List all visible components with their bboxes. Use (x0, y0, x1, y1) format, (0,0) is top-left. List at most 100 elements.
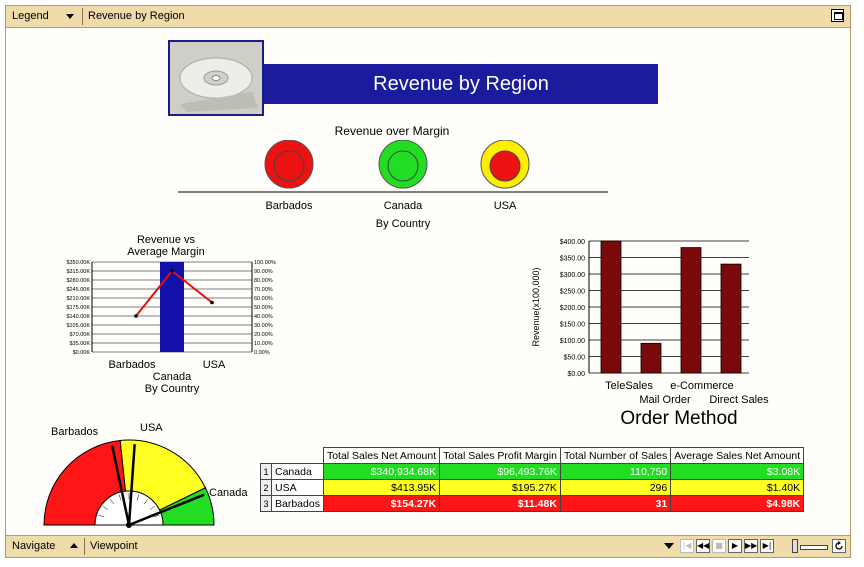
order-bar (720, 263, 742, 374)
navigate-up-icon[interactable] (68, 540, 80, 552)
combo-ytick-left: $175.00K (66, 305, 90, 311)
combo-ytick-right: 100.00% (254, 260, 276, 266)
combo-ytick-right: 0.00% (254, 350, 270, 356)
table-header-row: Total Sales Net Amount Total Sales Profi… (261, 447, 805, 464)
cd-image (168, 40, 264, 116)
table-row[interactable]: 2 USA $413.95K $195.27K 296 $1.40K (260, 479, 805, 496)
row-index: 1 (260, 463, 272, 480)
traffic-axis-label: By Country (375, 218, 431, 230)
maximize-button[interactable] (831, 9, 844, 22)
report-canvas: Revenue by Region Revenue over Margin Ba… (6, 28, 850, 536)
report-window: Legend Revenue by Region Revenue by Regi… (5, 5, 851, 558)
combo-ytick-left: $0.00K (73, 350, 91, 356)
traffic-label-canada: Canada (383, 200, 423, 212)
combo-ytick-left: $350.00K (66, 260, 90, 266)
page-title: Revenue by Region (264, 64, 658, 104)
table-header[interactable]: Average Sales Net Amount (670, 447, 805, 464)
order-ytick-label: $200.00 (560, 305, 585, 312)
order-xlabel-mailorder: Mail Order (639, 394, 691, 406)
order-xlabel-directsales: Direct Sales (709, 394, 769, 406)
table-row[interactable]: 3 Barbados $154.27K $11.48K 31 $4.98K (260, 495, 805, 512)
table-cell: $413.95K (322, 479, 441, 496)
legend-label: Legend (12, 10, 49, 22)
traffic-light-inner (273, 150, 305, 182)
view-title: Revenue by Region (88, 10, 185, 22)
table-cell: $3.08K (670, 463, 805, 480)
table-corner (261, 448, 272, 464)
viewpoint-dropdown-icon[interactable] (663, 541, 675, 551)
combo-line-point (210, 300, 214, 305)
row-country: Canada (271, 463, 324, 480)
combo-ytick-left: $105.00K (66, 323, 90, 329)
combo-ytick-right: 70.00% (254, 287, 273, 293)
first-frame-button[interactable]: |◀ (680, 539, 694, 553)
order-method-chart: $0.00 $50.00 $100.00 $150.00 $200.00 $250.00 $… (531, 239, 749, 378)
toolbar-divider (84, 538, 85, 555)
table-cell: 31 (559, 495, 672, 512)
order-xlabel-telesales: TeleSales (605, 380, 653, 392)
stop-icon[interactable]: ■ (712, 539, 726, 553)
table-cell: $11.48K (439, 495, 561, 512)
table-cell: $4.98K (670, 495, 805, 512)
order-ytick-label: $50.00 (564, 355, 586, 362)
table-corner-country (271, 447, 324, 464)
order-ytick-label: $300.00 (560, 272, 585, 279)
table-cell: 110,750 (559, 463, 672, 480)
traffic-light-inner (387, 150, 419, 182)
refresh-icon[interactable] (832, 539, 846, 553)
order-ytick-label: $350.00 (560, 256, 585, 263)
order-xlabel-ecommerce: e-Commerce (670, 380, 734, 392)
combo-ytick-right: 60.00% (254, 296, 273, 302)
row-country: Barbados (271, 495, 324, 512)
combo-ytick-right: 40.00% (254, 314, 273, 320)
table-cell: $96,493.76K (439, 463, 561, 480)
gauge-chart (43, 439, 215, 528)
table-cell: 296 (559, 479, 672, 496)
top-toolbar: Legend Revenue by Region (6, 6, 850, 28)
combo-ytick-right: 30.00% (254, 323, 273, 329)
viewpoint-label: Viewpoint (90, 540, 138, 552)
last-frame-icon[interactable]: ▶| (760, 539, 774, 553)
combo-ytick-left: $315.00K (66, 269, 90, 275)
order-ylabel: Revenue(x100,000) (531, 267, 541, 346)
row-country: USA (271, 479, 324, 496)
speed-slider-thumb[interactable] (792, 539, 798, 553)
navigate-label: Navigate (12, 540, 56, 552)
speed-slider-track[interactable] (800, 545, 828, 550)
combo-xlabel-canada: Canada (152, 371, 192, 383)
legend-dropdown-icon[interactable] (63, 9, 77, 23)
fast-forward-icon[interactable]: ▶▶ (744, 539, 758, 553)
order-ytick-label: $100.00 (560, 338, 585, 345)
rewind-icon[interactable]: ◀◀ (696, 539, 710, 553)
table-cell: $1.40K (670, 479, 805, 496)
combo-chart: $0.00K 0.00% $35.00K 10.00% $70.00K 20.00% $10… (66, 260, 276, 356)
cd-disc-icon (170, 42, 262, 114)
traffic-label-barbados: Barbados (265, 200, 313, 212)
table-header[interactable]: Total Number of Sales (559, 447, 672, 464)
combo-line-point (134, 314, 138, 318)
combo-ytick-right: 80.00% (254, 278, 273, 284)
order-chart-title: Order Method (620, 408, 738, 429)
traffic-chart-title: Revenue over Margin (334, 124, 450, 138)
gauge-label-usa: USA (140, 422, 163, 434)
combo-chart-title-1: Revenue vs (136, 234, 196, 246)
gauge-label-barbados: Barbados (51, 426, 99, 438)
table-header[interactable]: Total Sales Net Amount (322, 447, 441, 464)
combo-bar (160, 262, 184, 352)
order-bar (640, 342, 662, 374)
combo-ytick-left: $245.00K (66, 287, 90, 293)
combo-ytick-right: 20.00% (254, 332, 273, 338)
combo-ytick-right: 10.00% (254, 341, 273, 347)
toolbar-divider (82, 8, 83, 25)
table-row[interactable]: 1 Canada $340,934.68K $96,493.76K 110,750 $3.… (260, 463, 805, 480)
play-icon[interactable]: ▶ (728, 539, 742, 553)
table-cell: $154.27K (322, 495, 441, 512)
combo-xlabel-usa: USA (202, 359, 226, 371)
combo-ytick-right: 90.00% (254, 269, 273, 275)
traffic-light-inner (489, 150, 521, 182)
combo-line-point (170, 269, 174, 273)
table-header[interactable]: Total Sales Profit Margin (439, 447, 561, 464)
order-ytick-label: $150.00 (560, 322, 585, 329)
combo-ytick-left: $210.00K (66, 296, 90, 302)
table-cell: $195.27K (439, 479, 561, 496)
